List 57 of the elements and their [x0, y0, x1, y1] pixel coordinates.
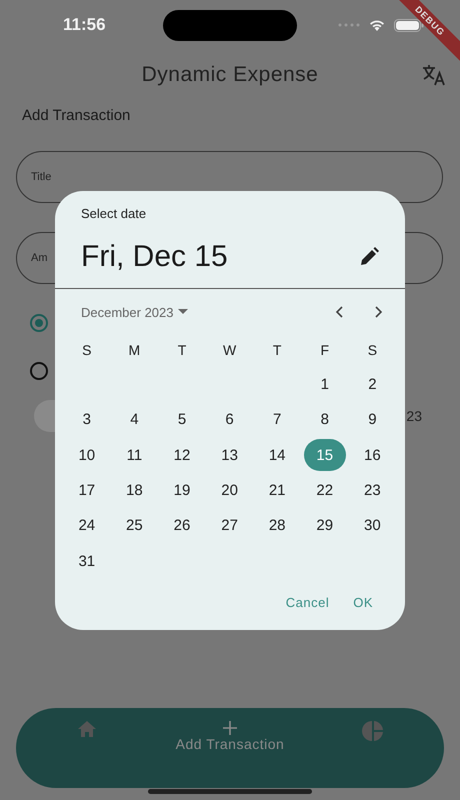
section-heading: Add Transaction — [22, 107, 132, 124]
calendar-day[interactable]: 16 — [351, 439, 394, 472]
signal-icon — [338, 23, 360, 27]
dialog-header: Select date — [81, 206, 148, 221]
calendar-day[interactable]: 23 — [351, 474, 394, 507]
calendar-day[interactable]: 27 — [208, 510, 251, 542]
plus-icon — [222, 720, 238, 736]
radio-button[interactable] — [30, 314, 48, 332]
calendar-day[interactable]: 15 — [304, 439, 346, 472]
caret-icon — [178, 309, 188, 315]
wifi-icon — [368, 18, 386, 32]
calendar-day[interactable]: 5 — [160, 404, 203, 436]
calendar-day[interactable]: 26 — [160, 510, 203, 542]
calendar-day[interactable]: 6 — [208, 404, 251, 436]
calendar-day[interactable]: 30 — [351, 510, 394, 542]
edit-icon[interactable] — [359, 247, 379, 267]
weekday-label: M — [128, 340, 142, 360]
app-title: Dynamic Expense — [142, 63, 318, 87]
calendar-day[interactable]: 4 — [113, 404, 156, 436]
calendar-day[interactable]: 29 — [304, 510, 346, 542]
calendar-day[interactable]: 1 — [304, 368, 346, 401]
calendar-day[interactable]: 21 — [256, 474, 298, 507]
weekday-label: T — [176, 340, 188, 360]
calendar-day[interactable]: 17 — [66, 474, 108, 507]
status-time: 11:56 — [63, 15, 107, 35]
calendar-day[interactable]: 13 — [208, 439, 251, 472]
calendar-day[interactable]: 31 — [66, 545, 108, 578]
calendar-day[interactable]: 22 — [304, 474, 346, 507]
radio-button[interactable] — [30, 362, 48, 380]
weekday-label: W — [222, 340, 238, 360]
weekday-label: S — [366, 340, 378, 360]
calendar-day[interactable]: 24 — [66, 510, 108, 542]
calendar-day[interactable]: 12 — [160, 439, 203, 472]
date-text: 23 — [406, 408, 422, 424]
calendar-day[interactable]: 2 — [351, 368, 394, 401]
calendar-day[interactable]: 18 — [113, 474, 156, 507]
calendar-day[interactable]: 3 — [66, 404, 108, 436]
selected-date: Fri, Dec 15 — [81, 240, 228, 274]
calendar-day[interactable]: 7 — [256, 404, 298, 436]
home-icon — [77, 720, 98, 738]
calendar-day[interactable]: 28 — [256, 510, 298, 542]
calendar-day[interactable]: 14 — [256, 439, 298, 472]
calendar-day[interactable]: 9 — [351, 404, 394, 436]
calendar-day[interactable]: 19 — [160, 474, 203, 507]
calendar-day[interactable]: 10 — [66, 439, 108, 472]
previous-month-icon[interactable] — [335, 306, 343, 318]
calendar-day[interactable]: 20 — [208, 474, 251, 507]
translate-icon[interactable] — [422, 64, 446, 86]
calendar-day[interactable]: 11 — [113, 439, 156, 472]
weekday-label: T — [272, 340, 282, 360]
calendar-day[interactable]: 25 — [113, 510, 156, 542]
weekday-label: F — [319, 340, 330, 360]
weekday-label: S — [81, 340, 92, 360]
calendar-day[interactable]: 8 — [304, 404, 346, 436]
month-dropdown[interactable]: December 2023 — [81, 304, 188, 320]
pie-chart-icon — [362, 720, 384, 742]
next-month-icon[interactable] — [375, 306, 383, 318]
